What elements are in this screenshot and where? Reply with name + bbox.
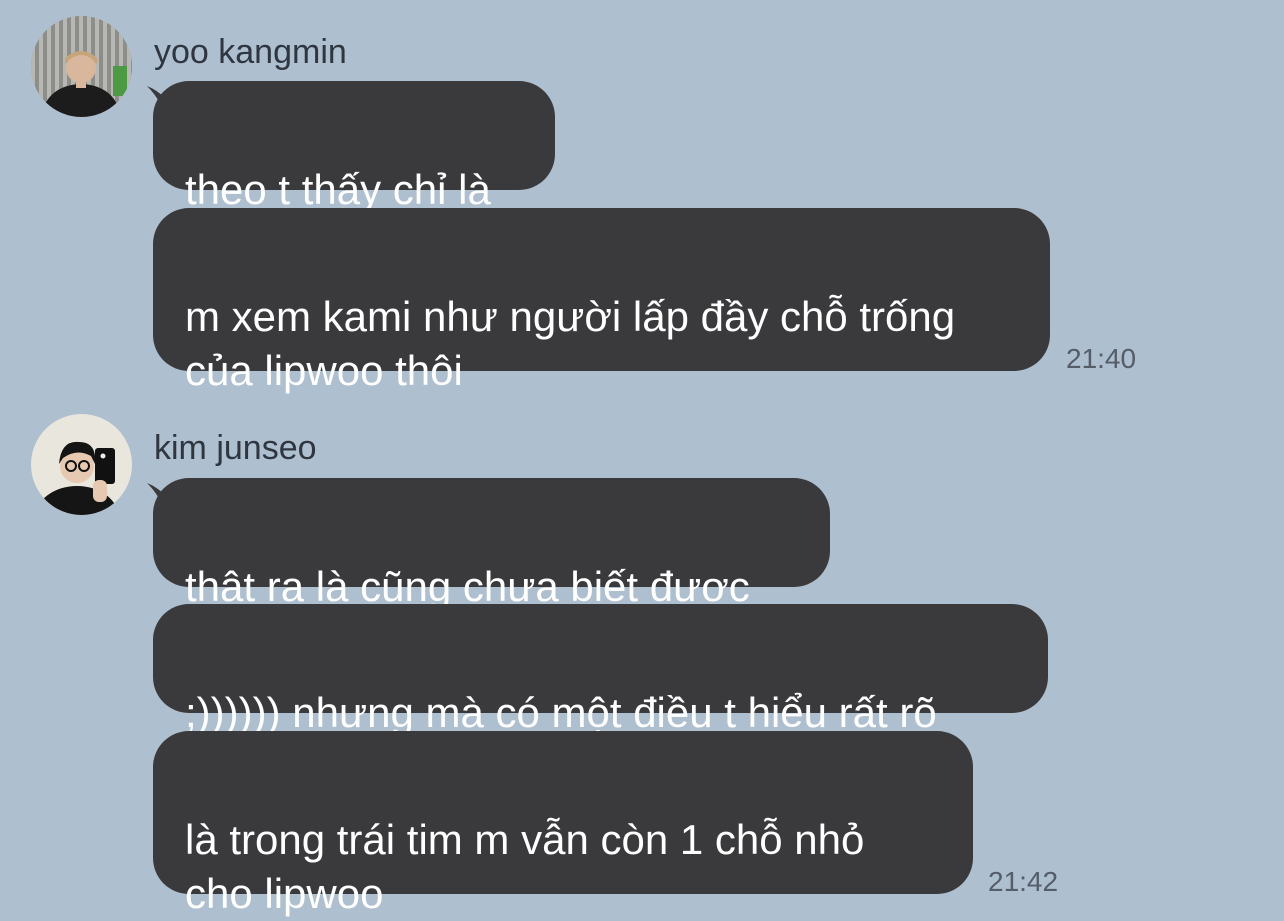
message-bubble[interactable]: theo t thấy chỉ là [153, 81, 555, 213]
message-text: là trong trái tim m vẫn còn 1 chỗ nhỏ ch… [185, 816, 865, 917]
sender-avatar-yoo-kangmin[interactable] [31, 16, 132, 117]
message-text: ;)))))) nhưng mà có một điều t hiểu rất … [185, 689, 937, 736]
avatar-photo-icon [31, 414, 132, 515]
message-text: thật ra là cũng chưa biết được [185, 563, 750, 610]
message-bubble[interactable]: m xem kami như người lấp đầy chỗ trống c… [153, 208, 1050, 394]
sender-avatar-kim-junseo[interactable] [31, 414, 132, 515]
message-bubble[interactable]: ;)))))) nhưng mà có một điều t hiểu rất … [153, 604, 1048, 736]
message-bubble[interactable]: thật ra là cũng chưa biết được [153, 478, 830, 610]
message-bubble[interactable]: là trong trái tim m vẫn còn 1 chỗ nhỏ ch… [153, 731, 973, 917]
avatar-photo-icon [31, 16, 132, 117]
message-timestamp: 21:42 [988, 866, 1059, 897]
message-text: theo t thấy chỉ là [185, 166, 491, 213]
message-timestamp: 21:40 [1066, 343, 1137, 374]
message-text: m xem kami như người lấp đầy chỗ trống c… [185, 293, 956, 394]
sender-name: yoo kangmin [154, 33, 347, 71]
sender-name: kim junseo [154, 429, 317, 467]
